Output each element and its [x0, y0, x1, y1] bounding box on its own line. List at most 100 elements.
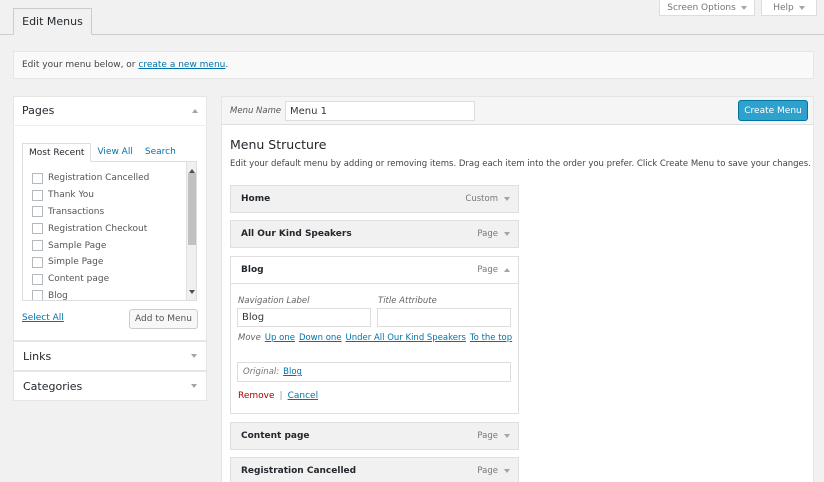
notice-text: Edit your menu below, or [22, 60, 136, 70]
page-label: Blog [48, 290, 68, 301]
checkbox[interactable] [32, 273, 43, 285]
menu-item-type[interactable]: Custom [465, 194, 510, 204]
chevron-down-icon [504, 232, 510, 236]
help-button[interactable]: Help [761, 0, 817, 16]
links-panel-header[interactable]: Links [13, 341, 207, 371]
create-new-menu-link[interactable]: create a new menu [138, 60, 225, 70]
page-label: Sample Page [48, 240, 107, 251]
tab-edit-menus[interactable]: Edit Menus [13, 8, 92, 35]
menu-item-blog[interactable]: Blog Page [230, 256, 519, 284]
menu-item-speakers[interactable]: All Our Kind Speakers Page [230, 220, 519, 248]
checkbox[interactable] [32, 223, 43, 235]
menu-name-input[interactable]: Menu 1 [285, 101, 475, 121]
menu-item-registration-cancelled[interactable]: Registration Cancelled Page [230, 457, 519, 482]
categories-panel-title: Categories [23, 379, 83, 393]
list-item[interactable]: Blog [23, 288, 196, 301]
menu-item-title: Content page [241, 431, 310, 441]
notice-suffix: . [225, 60, 229, 70]
list-item[interactable]: Registration Checkout [23, 220, 196, 237]
action-separator: | [279, 391, 283, 401]
page-label: Simple Page [48, 257, 104, 268]
checkbox[interactable] [32, 189, 43, 201]
menu-item-title: Home [241, 194, 271, 204]
menu-item-type[interactable]: Page [477, 466, 510, 476]
checkbox[interactable] [32, 172, 43, 184]
menu-item-type-label: Custom [465, 194, 498, 204]
categories-panel-header[interactable]: Categories [13, 371, 207, 401]
item-actions: Remove | Cancel [238, 391, 318, 401]
page-label: Content page [48, 274, 110, 285]
tab-view-all[interactable]: View All [91, 143, 138, 161]
links-panel-title: Links [23, 349, 52, 363]
checkbox[interactable] [32, 240, 43, 252]
chevron-down-icon [504, 434, 510, 438]
pages-panel-header[interactable]: Pages [13, 96, 207, 125]
select-all-link[interactable]: Select All [22, 313, 64, 323]
page-label: Transactions [48, 206, 105, 217]
page-label: Registration Checkout [48, 223, 148, 234]
page-label: Thank You [48, 190, 95, 201]
chevron-down-icon [798, 5, 805, 10]
pages-panel-title: Pages [22, 104, 55, 117]
structure-description: Edit your default menu by adding or remo… [230, 159, 811, 169]
cancel-link[interactable]: Cancel [288, 391, 319, 401]
scroll-thumb[interactable] [188, 173, 196, 245]
page-title: Menu Structure [230, 137, 327, 152]
chevron-down-icon [504, 197, 510, 201]
menu-item-home[interactable]: Home Custom [230, 185, 519, 213]
title-attribute-input[interactable] [377, 308, 511, 327]
menu-item-type-label: Page [477, 431, 498, 441]
menu-item-title: Blog [241, 265, 264, 275]
checkbox[interactable] [32, 290, 43, 300]
list-item[interactable]: Content page [23, 271, 196, 288]
menu-item-type-label: Page [477, 229, 498, 239]
move-under-link[interactable]: Under All Our Kind Speakers [346, 333, 466, 343]
menu-item-type-label: Page [477, 466, 498, 476]
menu-item-type[interactable]: Page [477, 229, 510, 239]
move-up-one-link[interactable]: Up one [265, 333, 295, 343]
list-item[interactable]: Simple Page [23, 254, 196, 271]
help-label: Help [773, 2, 794, 13]
list-item[interactable]: Transactions [23, 204, 196, 221]
original-label: Original: [243, 367, 280, 377]
menu-item-type[interactable]: Page [477, 431, 510, 441]
chevron-down-icon [740, 5, 747, 10]
chevron-down-icon [191, 384, 197, 388]
tab-most-recent[interactable]: Most Recent [22, 143, 92, 162]
original-blog-link[interactable]: Blog [283, 367, 302, 377]
scrollbar[interactable] [186, 162, 196, 300]
screen-options-label: Screen Options [667, 2, 736, 13]
navigation-label-input[interactable]: Blog [237, 308, 371, 327]
remove-link[interactable]: Remove [238, 391, 275, 401]
menu-item-title: Registration Cancelled [241, 466, 357, 476]
move-links: Move Up one Down one Under All Our Kind … [238, 333, 512, 343]
title-attribute-label: Title Attribute [378, 296, 437, 306]
screen-options-button[interactable]: Screen Options [659, 0, 755, 16]
checkbox[interactable] [32, 206, 43, 218]
pages-checklist[interactable]: Registration Cancelled Thank You Transac… [22, 162, 197, 301]
divider [13, 125, 207, 126]
scroll-down-arrow[interactable] [189, 286, 195, 297]
chevron-down-icon [191, 354, 197, 358]
move-label: Move [238, 333, 261, 343]
tab-search[interactable]: Search [139, 143, 182, 161]
move-down-one-link[interactable]: Down one [299, 333, 342, 343]
original-link-box: Original: Blog [237, 362, 511, 382]
chevron-up-icon [192, 108, 198, 113]
menu-item-type-label: Page [477, 265, 498, 275]
list-item[interactable]: Registration Cancelled [23, 170, 196, 187]
list-item[interactable]: Sample Page [23, 237, 196, 254]
move-to-top-link[interactable]: To the top [470, 333, 512, 343]
chevron-up-icon [504, 268, 510, 272]
create-menu-button[interactable]: Create Menu [738, 100, 808, 121]
menu-item-type[interactable]: Page [477, 265, 510, 275]
menu-item-title: All Our Kind Speakers [241, 229, 352, 239]
menu-item-content-page[interactable]: Content page Page [230, 422, 519, 450]
chevron-down-icon [504, 469, 510, 473]
tab-baseline [0, 34, 824, 35]
page-label: Registration Cancelled [48, 173, 150, 184]
navigation-label-label: Navigation Label [238, 296, 310, 306]
checkbox[interactable] [32, 256, 43, 268]
list-item[interactable]: Thank You [23, 187, 196, 204]
add-to-menu-button[interactable]: Add to Menu [129, 309, 198, 329]
